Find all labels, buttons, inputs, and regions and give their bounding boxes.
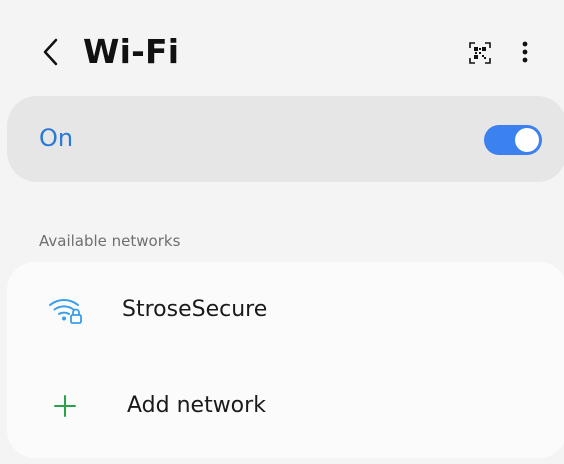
- network-name: StroseSecure: [122, 297, 268, 322]
- more-vertical-icon: [522, 41, 528, 63]
- networks-list: StroseSecure Add network: [7, 262, 564, 458]
- wifi-master-toggle-row[interactable]: On: [7, 96, 564, 182]
- qr-code-button[interactable]: [463, 36, 497, 70]
- plus-icon: [54, 395, 76, 417]
- toggle-knob: [515, 128, 539, 152]
- back-button[interactable]: [32, 30, 68, 74]
- wifi-toggle-switch[interactable]: [484, 125, 542, 155]
- available-networks-header: Available networks: [39, 232, 181, 250]
- wifi-state-label: On: [39, 124, 74, 152]
- qr-code-icon: [469, 42, 491, 64]
- add-network-button[interactable]: Add network: [7, 358, 564, 448]
- top-app-bar: Wi-Fi: [0, 0, 564, 96]
- network-item[interactable]: StroseSecure: [7, 262, 564, 352]
- wifi-lock-icon: [49, 298, 82, 324]
- add-network-label: Add network: [127, 393, 266, 418]
- page-title: Wi-Fi: [83, 32, 180, 71]
- chevron-left-icon: [43, 38, 58, 66]
- more-options-button[interactable]: [510, 32, 540, 72]
